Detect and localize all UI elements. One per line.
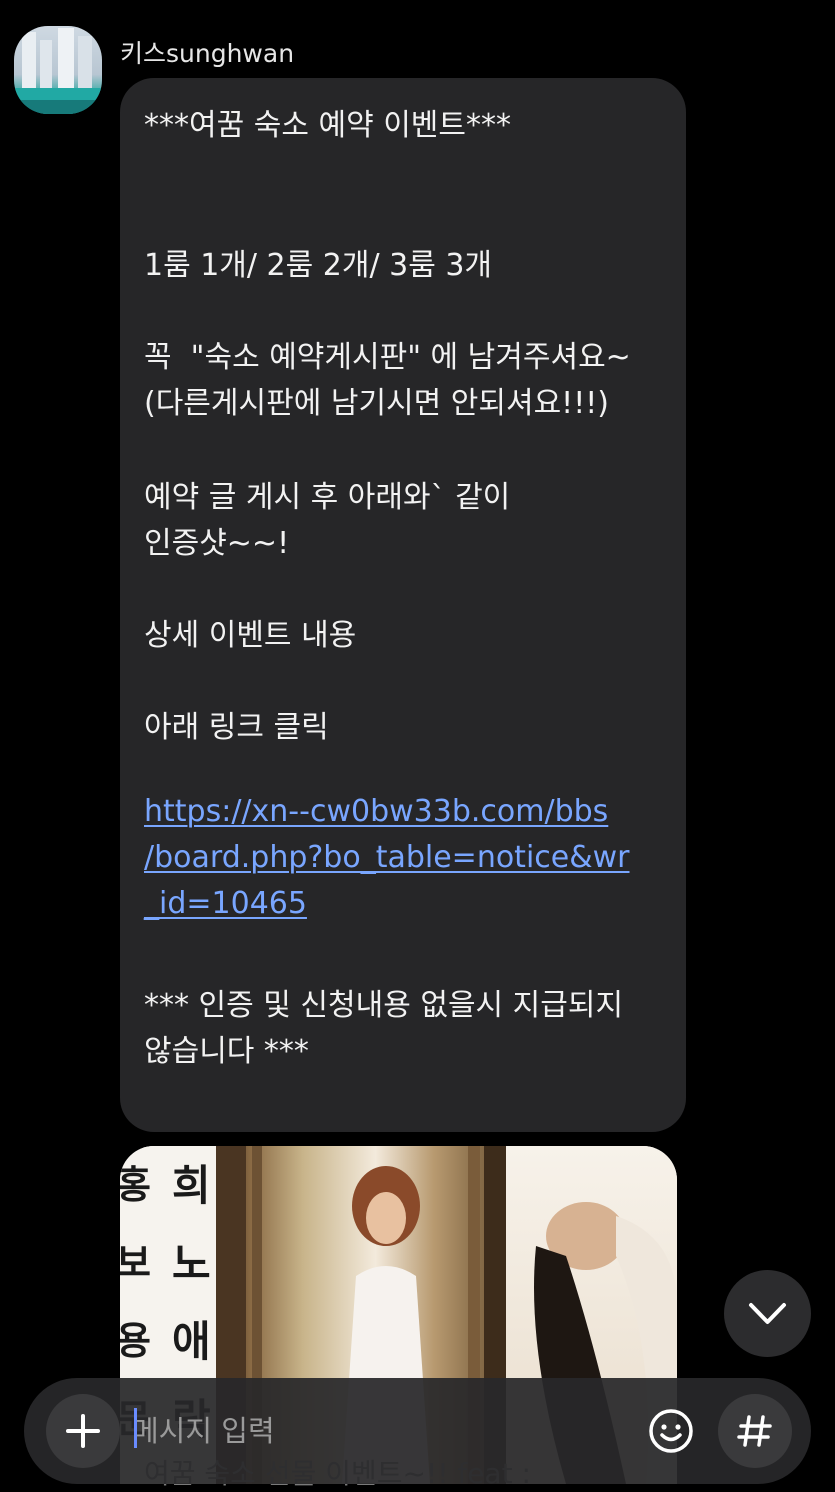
image-overlay-char: 용 bbox=[120, 1318, 151, 1363]
message-line: 인증샷~~! bbox=[144, 526, 290, 561]
image-overlay-char: 보 bbox=[120, 1240, 151, 1285]
image-overlay-char: 희 bbox=[172, 1161, 211, 1210]
chevron-down-icon bbox=[749, 1303, 786, 1324]
event-link[interactable]: https://xn--cw0bw33b.com/bbs bbox=[144, 794, 608, 829]
message-line: (다른게시판에 남기시면 안되셔요!!!) bbox=[144, 386, 609, 421]
image-overlay-char: 애 bbox=[172, 1317, 211, 1366]
hashtag-button[interactable] bbox=[718, 1394, 792, 1468]
emoji-icon bbox=[649, 1409, 693, 1453]
event-link[interactable]: /board.php?bo_table=notice&wr bbox=[144, 840, 630, 875]
message-line: ***여꿈 숙소 예약 이벤트*** bbox=[144, 108, 512, 143]
attach-button[interactable] bbox=[46, 1394, 120, 1468]
text-cursor bbox=[134, 1408, 137, 1448]
sender-avatar[interactable] bbox=[14, 26, 102, 114]
message-bubble[interactable]: ***여꿈 숙소 예약 이벤트*** 1룸 1개/ 2룸 2개/ 3룸 3개 꼭… bbox=[120, 78, 686, 1132]
message-line: 상세 이벤트 내용 bbox=[144, 618, 357, 653]
plus-icon bbox=[66, 1414, 100, 1448]
event-link[interactable]: _id=10465 bbox=[144, 886, 307, 921]
emoji-button[interactable] bbox=[636, 1396, 706, 1466]
message-line: 아래 링크 클릭 bbox=[144, 710, 329, 745]
message-input[interactable] bbox=[132, 1406, 622, 1456]
message-line: *** 인증 및 신청내용 없을시 지급되지 bbox=[144, 988, 624, 1023]
image-overlay-char: 홍 bbox=[120, 1162, 151, 1207]
sender-name: 키스sunghwan bbox=[120, 39, 295, 68]
message-line: 1룸 1개/ 2룸 2개/ 3룸 3개 bbox=[144, 248, 493, 283]
hashtag-icon bbox=[737, 1415, 772, 1447]
message-composer bbox=[24, 1378, 811, 1484]
scroll-to-bottom-button[interactable] bbox=[724, 1270, 811, 1357]
message-line: 꼭 "숙소 예약게시판" 에 남겨주셔요~ bbox=[144, 340, 631, 375]
message-line: 않습니다 *** bbox=[144, 1034, 309, 1069]
image-overlay-char: 노 bbox=[172, 1239, 211, 1288]
message-line: 예약 글 게시 후 아래와` 같이 bbox=[144, 480, 511, 515]
profile-photo bbox=[14, 28, 102, 114]
